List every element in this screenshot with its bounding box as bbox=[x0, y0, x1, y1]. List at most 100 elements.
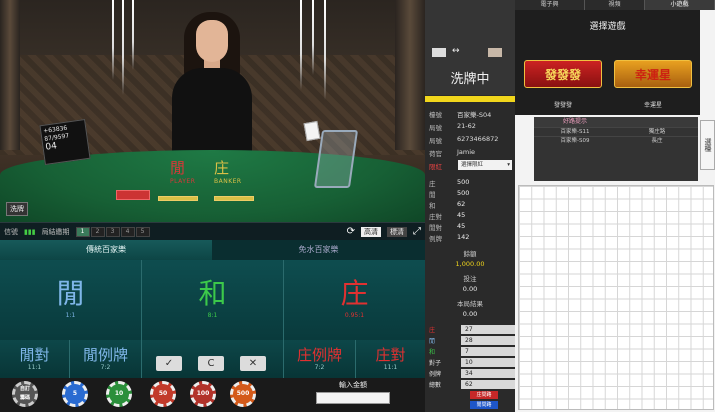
stat-row: 和 62 bbox=[429, 200, 466, 210]
signal-label: 信號 bbox=[4, 227, 18, 236]
player-pair-odds: 11:1 bbox=[27, 364, 42, 371]
bet-player-pair[interactable]: 閒對 11:1 bbox=[0, 340, 70, 378]
amount-input-label: 輸入金額 bbox=[339, 381, 367, 389]
chip-5[interactable]: 5 bbox=[62, 381, 88, 407]
stat-row: 閒 500 bbox=[429, 189, 470, 199]
limit-select-value: 選擇限紅 bbox=[461, 162, 484, 168]
bet-banker-odds: 0.95:1 bbox=[344, 312, 365, 319]
bet-player[interactable]: 閒 1:1 bbox=[0, 260, 142, 340]
felt-banker-sub: BANKER bbox=[214, 178, 242, 185]
bet-total-label: 投注 bbox=[463, 275, 477, 283]
info-row: 檯號 百家樂-S04 bbox=[429, 111, 492, 119]
bet-player-natural[interactable]: 閒例牌 7:2 bbox=[70, 340, 142, 378]
game-card-fafafa[interactable]: 發發發 bbox=[524, 60, 602, 88]
bet-tie[interactable]: 和 8:1 bbox=[142, 260, 284, 340]
tab-mini-games[interactable]: 小遊戲 bbox=[645, 0, 715, 10]
tab-electronic[interactable]: 電子興 bbox=[515, 0, 585, 10]
limit-label: 限紅 bbox=[429, 163, 442, 171]
amount-input[interactable] bbox=[316, 392, 390, 404]
chip-label: 100 bbox=[196, 390, 210, 397]
card-slot bbox=[158, 196, 198, 201]
bet-player-label: 閒 bbox=[56, 277, 85, 310]
chandelier bbox=[324, 0, 326, 100]
history-segments: 1 2 3 4 5 bbox=[75, 226, 150, 237]
info-row: 荷官 Jamie bbox=[429, 148, 476, 158]
count-row: 和7 bbox=[425, 346, 515, 356]
limit-select[interactable]: 選擇限紅 ▾ bbox=[458, 160, 512, 170]
live-video-feed: 閒 PLAYER 庄 BANKER +63836 87/9597 04 洗牌 bbox=[0, 0, 425, 222]
game-card-lucky-star[interactable]: 幸運星 bbox=[614, 60, 692, 88]
count-row: 對子 10 bbox=[425, 357, 515, 367]
player-predict-button[interactable]: 閒問路 bbox=[470, 401, 498, 409]
stat-row: 例牌 142 bbox=[429, 233, 470, 243]
pillar-right bbox=[395, 0, 425, 150]
info-row: 局號 21-62 bbox=[429, 122, 476, 132]
refresh-icon[interactable]: ⟳ bbox=[347, 226, 355, 237]
chip-label: 5 bbox=[72, 390, 78, 397]
game-name: 發發發 bbox=[553, 102, 572, 109]
chip-50[interactable]: 50 bbox=[150, 381, 176, 407]
stat-row: 庄 500 bbox=[429, 178, 470, 188]
bet-banker-natural[interactable]: 庄例牌 7:2 bbox=[284, 340, 356, 378]
bet-banker-pair[interactable]: 庄對 11:1 bbox=[356, 340, 425, 378]
fullscreen-icon[interactable]: ⤢ bbox=[413, 226, 421, 237]
bet-tie-label: 和 bbox=[198, 277, 227, 310]
chandelier bbox=[312, 0, 314, 75]
player-natural-label: 閒例牌 bbox=[82, 346, 128, 364]
repeat-button[interactable]: C bbox=[198, 356, 224, 371]
chip-500[interactable]: 500 bbox=[230, 381, 256, 407]
cancel-button[interactable]: ✕ bbox=[240, 356, 266, 371]
chip-10[interactable]: 10 bbox=[106, 381, 132, 407]
sd-button[interactable]: 標清 bbox=[387, 226, 407, 237]
banker-predict-button[interactable]: 庄問路 bbox=[470, 391, 498, 399]
road-map-grid bbox=[518, 185, 714, 410]
pillar-left bbox=[0, 0, 20, 150]
bet-banker[interactable]: 庄 0.95:1 bbox=[284, 260, 425, 340]
hd-button[interactable]: 高清 bbox=[361, 226, 381, 237]
chip-custom[interactable]: 自訂 籌碼 bbox=[12, 381, 38, 407]
select-table-tab[interactable]: 選檯 bbox=[700, 120, 715, 170]
bet-player-odds: 1:1 bbox=[65, 312, 76, 319]
banker-natural-label: 庄例牌 bbox=[296, 346, 342, 364]
game-select-title: 選擇遊戲 bbox=[589, 22, 626, 32]
info-row: 局號 6273466872 bbox=[429, 135, 499, 145]
segment-4[interactable]: 4 bbox=[120, 226, 135, 237]
felt-banker-label: 庄 BANKER bbox=[214, 159, 242, 185]
player-pair-label: 閒對 bbox=[19, 346, 50, 364]
playing-card bbox=[303, 120, 321, 142]
swap-arrows-icon: ↔ bbox=[452, 46, 460, 56]
flag-icon bbox=[488, 48, 502, 57]
segment-2[interactable]: 2 bbox=[90, 226, 105, 237]
banker-pair-odds: 11:1 bbox=[383, 364, 398, 371]
table-scoreboard: +63836 87/9597 04 bbox=[39, 118, 91, 166]
chandelier bbox=[132, 0, 134, 70]
felt-player-sub: PLAYER bbox=[170, 178, 196, 185]
shuffle-button[interactable]: 洗牌 bbox=[6, 202, 28, 216]
tab-video[interactable]: 視頻 bbox=[585, 0, 645, 10]
chip-label: 500 bbox=[236, 390, 250, 397]
status-bar bbox=[425, 96, 515, 102]
chandelier bbox=[300, 0, 302, 90]
good-road-row[interactable]: 百家樂-S11 獨庄路 bbox=[534, 127, 698, 136]
chip-100[interactable]: 100 bbox=[190, 381, 216, 407]
confirm-button[interactable]: ✓ bbox=[156, 356, 182, 371]
banker-pair-label: 庄對 bbox=[375, 346, 406, 364]
balance-label: 餘額 bbox=[463, 250, 477, 258]
stat-row: 閒對 45 bbox=[429, 222, 466, 232]
card-slot bbox=[214, 196, 254, 201]
segment-5[interactable]: 5 bbox=[135, 226, 150, 237]
signal-icon: ▮▮▮ bbox=[24, 227, 36, 236]
round-result-value: 0.00 bbox=[462, 310, 478, 318]
segment-1[interactable]: 1 bbox=[75, 226, 90, 237]
shuffling-status: 洗牌中 bbox=[450, 72, 490, 87]
stat-row: 庄對 45 bbox=[429, 211, 466, 221]
flag-icon bbox=[432, 48, 446, 57]
chandelier bbox=[122, 0, 124, 95]
dealer-body bbox=[172, 68, 252, 158]
player-natural-odds: 7:2 bbox=[100, 364, 111, 371]
segment-3[interactable]: 3 bbox=[105, 226, 120, 237]
tab-traditional-baccarat[interactable]: 傳統百家樂 bbox=[0, 240, 212, 260]
good-road-row[interactable]: 百家樂-S09 長庄 bbox=[534, 136, 698, 145]
tab-free-baccarat[interactable]: 免水百家樂 bbox=[212, 240, 425, 260]
count-row: 例牌 34 bbox=[425, 368, 515, 378]
